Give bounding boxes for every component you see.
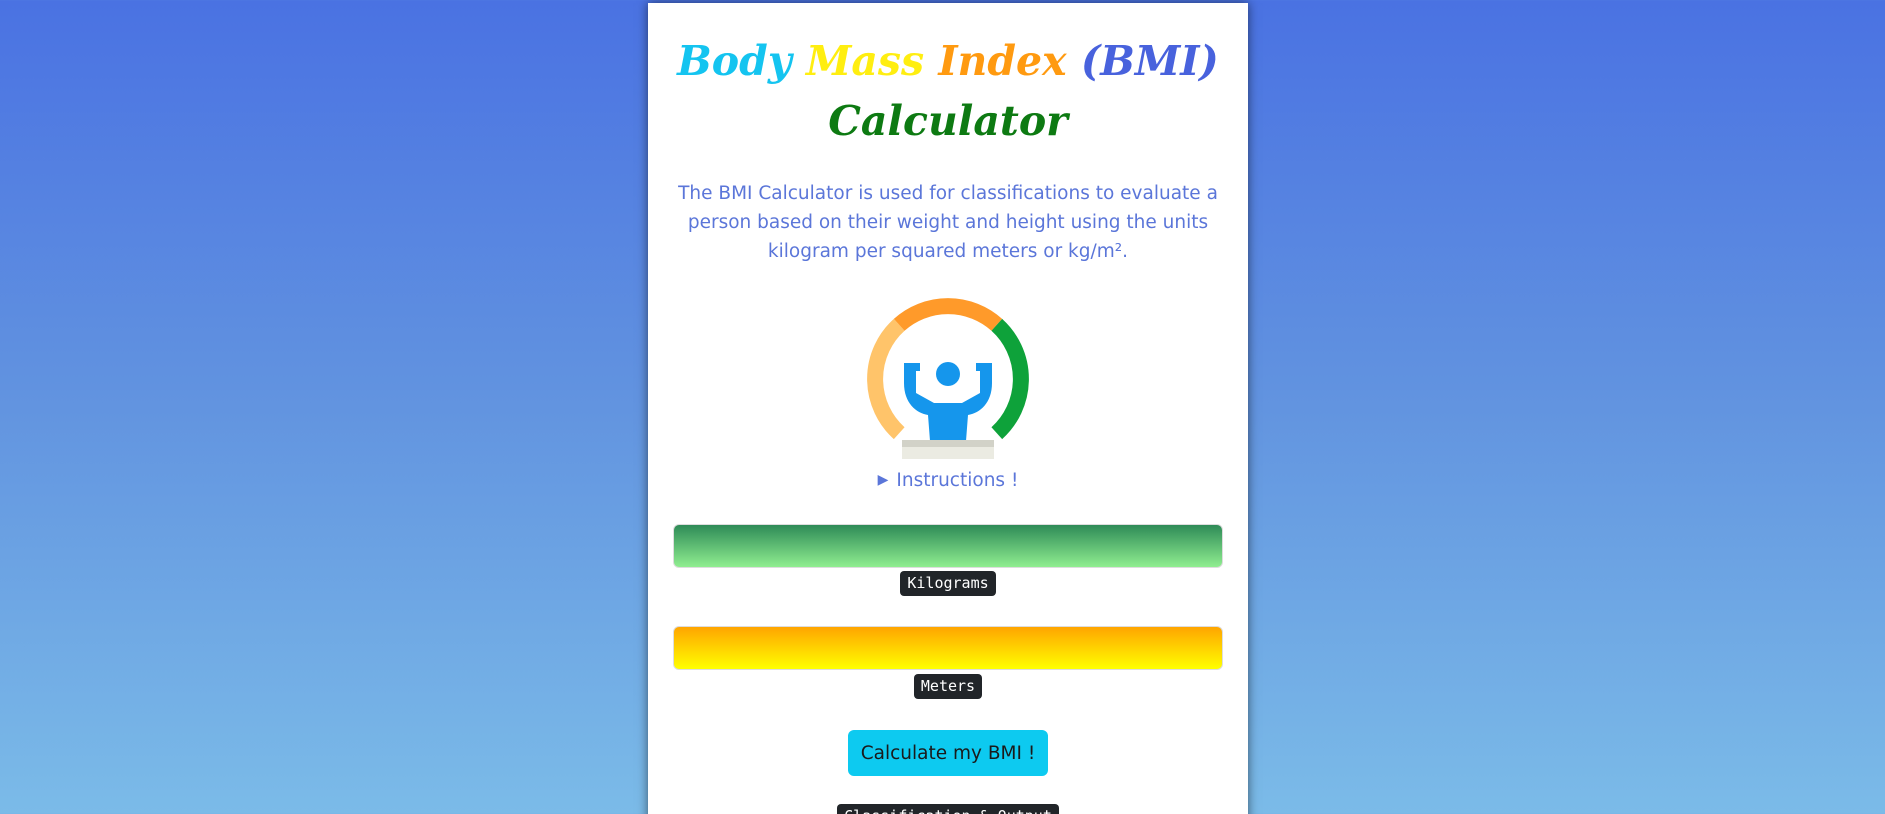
height-input[interactable] [673, 626, 1223, 670]
meters-label: Meters [913, 674, 983, 699]
bmi-card: Body Mass Index (BMI) Calculator The BMI… [648, 3, 1248, 814]
instructions-label: Instructions ! [896, 470, 1019, 491]
output-badge: Classification & Output [648, 804, 1248, 814]
title-word-body: Body [677, 37, 792, 85]
title-word-bmi: (BMI) [1080, 37, 1219, 85]
classification-output-label: Classification & Output [837, 804, 1059, 814]
kilograms-label: Kilograms [900, 571, 996, 596]
title-word-calculator: Calculator [828, 97, 1068, 145]
weight-unit-badge: Kilograms [648, 571, 1248, 596]
title-word-index: Index [938, 37, 1067, 85]
height-unit-badge: Meters [648, 674, 1248, 699]
bmi-gauge-strongman-icon [862, 295, 1034, 461]
disclosure-triangle-icon: ▶ [877, 472, 889, 488]
calculate-bmi-button[interactable]: Calculate my BMI ! [848, 730, 1048, 776]
instructions-toggle[interactable]: ▶ Instructions ! [648, 467, 1248, 496]
page-title: Body Mass Index (BMI) Calculator [648, 31, 1248, 151]
weight-input[interactable] [673, 524, 1223, 568]
title-word-mass: Mass [805, 37, 925, 85]
description-text: The BMI Calculator is used for classific… [678, 183, 1218, 262]
